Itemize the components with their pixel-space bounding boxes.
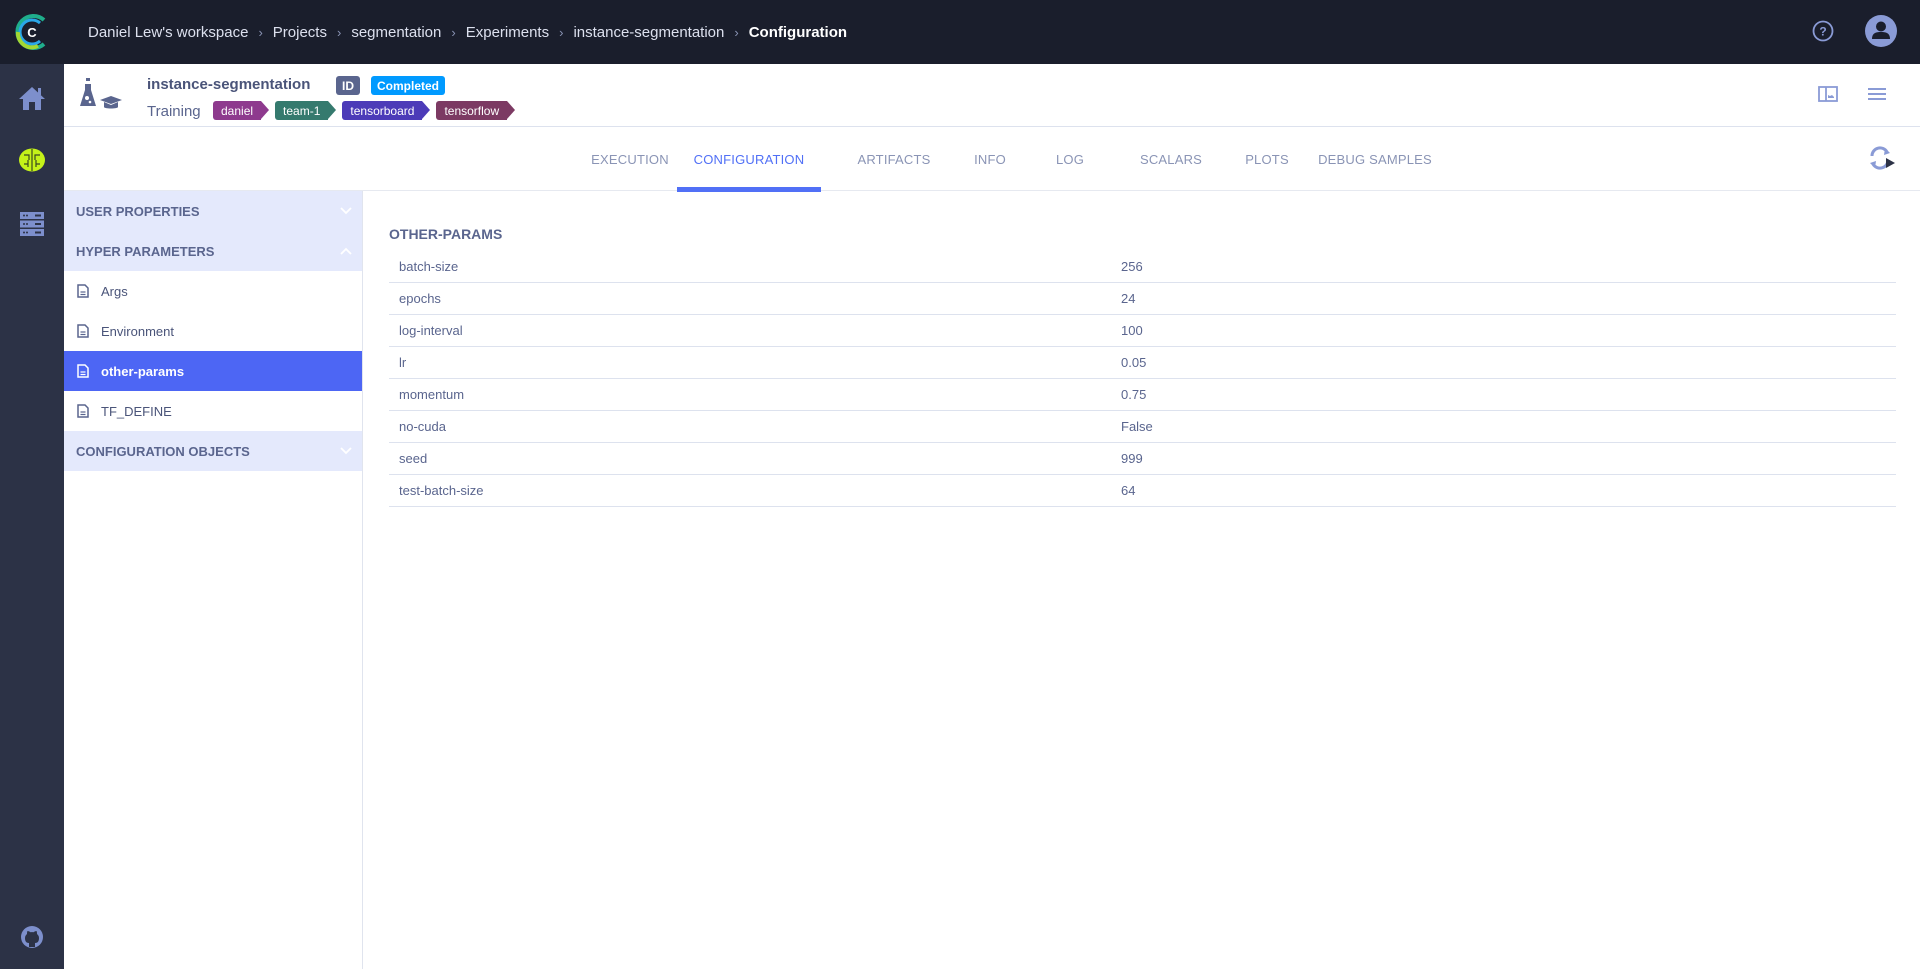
user-avatar-icon[interactable] <box>1864 14 1898 48</box>
param-key: test-batch-size <box>399 483 484 498</box>
sidebar-item-orchestration[interactable] <box>16 208 48 240</box>
tag[interactable]: team-1 <box>275 101 337 120</box>
document-icon <box>77 284 89 298</box>
param-value: 0.75 <box>1121 387 1147 402</box>
param-key: lr <box>399 355 407 370</box>
list-item-environment[interactable]: Environment <box>64 311 362 351</box>
item-label: Args <box>101 283 128 299</box>
server-icon <box>20 212 44 236</box>
section-configuration-objects[interactable]: CONFIGURATION OBJECTS <box>64 431 362 471</box>
section-label: CONFIGURATION OBJECTS <box>76 443 250 459</box>
home-icon <box>19 87 45 110</box>
chevron-down-icon <box>340 207 352 215</box>
params-table: batch-size 256 epochs 24 log-interval 100 l… <box>389 251 1896 507</box>
sidebar-item-home[interactable] <box>16 82 48 114</box>
param-value: 256 <box>1121 259 1143 274</box>
experiment-type: Training <box>147 103 201 120</box>
document-icon <box>77 364 89 378</box>
svg-text:?: ? <box>1819 25 1826 39</box>
table-row: no-cuda False <box>389 411 1896 443</box>
breadcrumb-experiments[interactable]: Experiments <box>466 24 549 41</box>
breadcrumb-separator: › <box>258 24 263 40</box>
table-row: lr 0.05 <box>389 347 1896 379</box>
tag[interactable]: tensorflow <box>436 101 515 120</box>
section-label: HYPER PARAMETERS <box>76 243 215 259</box>
table-row: batch-size 256 <box>389 251 1896 283</box>
param-key: seed <box>399 451 428 466</box>
breadcrumb-separator: › <box>734 24 739 40</box>
sidebar-item-projects[interactable] <box>16 144 48 176</box>
menu-icon[interactable] <box>1868 87 1886 101</box>
breadcrumb-separator: › <box>336 24 342 40</box>
github-icon <box>21 926 43 948</box>
status-badge: Completed <box>371 76 446 95</box>
breadcrumb-separator: › <box>451 24 456 40</box>
tab-log[interactable]: LOG <box>1030 128 1110 191</box>
brain-icon <box>19 148 45 172</box>
param-key: batch-size <box>399 259 459 274</box>
chevron-down-icon <box>340 447 352 455</box>
param-key: momentum <box>399 387 465 402</box>
experiment-name: instance-segmentation <box>147 76 311 93</box>
experiment-header: instance-segmentation ID Completed Train… <box>64 64 1920 127</box>
tag[interactable]: daniel <box>213 101 270 120</box>
document-icon <box>77 324 89 338</box>
table-row: seed 999 <box>389 443 1896 475</box>
param-key: no-cuda <box>399 419 446 434</box>
github-link[interactable] <box>16 921 48 953</box>
svg-text:C: C <box>27 25 37 40</box>
table-row: momentum 0.75 <box>389 379 1896 411</box>
breadcrumb-projects[interactable]: Projects <box>273 24 327 41</box>
tab-debug-samples[interactable]: DEBUG SAMPLES <box>1290 128 1460 191</box>
training-experiment-icon <box>80 78 122 109</box>
chevron-up-icon <box>340 247 352 255</box>
list-item-other-params[interactable]: other-params <box>64 351 362 391</box>
logo[interactable]: C <box>0 0 64 64</box>
item-label: Environment <box>101 323 174 339</box>
document-icon <box>77 404 89 418</box>
breadcrumb-separator: › <box>559 24 564 40</box>
param-key: log-interval <box>399 323 463 338</box>
param-value: 64 <box>1121 483 1136 498</box>
list-item-tf-define[interactable]: TF_DEFINE <box>64 391 362 431</box>
params-panel: OTHER-PARAMS batch-size 256 epochs 24 log-… <box>389 191 1896 507</box>
details-panel-icon[interactable] <box>1818 86 1838 102</box>
table-row: epochs 24 <box>389 283 1896 315</box>
table-row: log-interval 100 <box>389 315 1896 347</box>
tab-scalars[interactable]: SCALARS <box>1124 128 1218 191</box>
param-value: 999 <box>1121 451 1143 466</box>
help-icon[interactable]: ? <box>1812 20 1834 42</box>
clearml-logo-icon: C <box>15 14 46 50</box>
breadcrumb-workspace[interactable]: Daniel Lew's workspace <box>88 24 248 41</box>
table-row: test-batch-size 64 <box>389 475 1896 507</box>
param-value: 0.05 <box>1121 355 1147 370</box>
item-label: TF_DEFINE <box>101 403 172 419</box>
tab-configuration[interactable]: CONFIGURATION <box>677 128 821 192</box>
item-label: other-params <box>101 363 185 379</box>
param-key: epochs <box>399 291 441 306</box>
tag[interactable]: tensorboard <box>342 101 431 120</box>
sidebar: C <box>0 0 64 969</box>
list-item-args[interactable]: Args <box>64 271 362 311</box>
auto-refresh-icon[interactable] <box>1868 146 1896 170</box>
tags-list: daniel team-1 tensorboard tensorflow <box>213 101 515 120</box>
tab-bar: EXECUTION CONFIGURATION ARTIFACTS INFO L… <box>64 128 1920 192</box>
section-title: OTHER-PARAMS <box>389 226 503 242</box>
tab-execution[interactable]: EXECUTION <box>571 128 689 191</box>
configuration-sections-panel: USER PROPERTIES HYPER PARAMETERS Args En… <box>64 191 363 969</box>
param-value: False <box>1121 419 1153 434</box>
breadcrumb-experiment[interactable]: instance-segmentation <box>573 24 724 41</box>
top-bar: Daniel Lew's workspace › Projects › segm… <box>64 0 1920 64</box>
param-value: 100 <box>1121 323 1143 338</box>
section-label: USER PROPERTIES <box>76 203 200 219</box>
breadcrumb-current: Configuration <box>748 23 848 41</box>
section-user-properties[interactable]: USER PROPERTIES <box>64 191 362 231</box>
tab-info[interactable]: INFO <box>950 128 1030 191</box>
breadcrumb-project[interactable]: segmentation <box>351 24 441 41</box>
section-hyper-parameters[interactable]: HYPER PARAMETERS <box>64 231 362 271</box>
tab-artifacts[interactable]: ARTIFACTS <box>842 128 946 191</box>
param-value: 24 <box>1121 291 1136 306</box>
id-badge[interactable]: ID <box>336 76 360 95</box>
